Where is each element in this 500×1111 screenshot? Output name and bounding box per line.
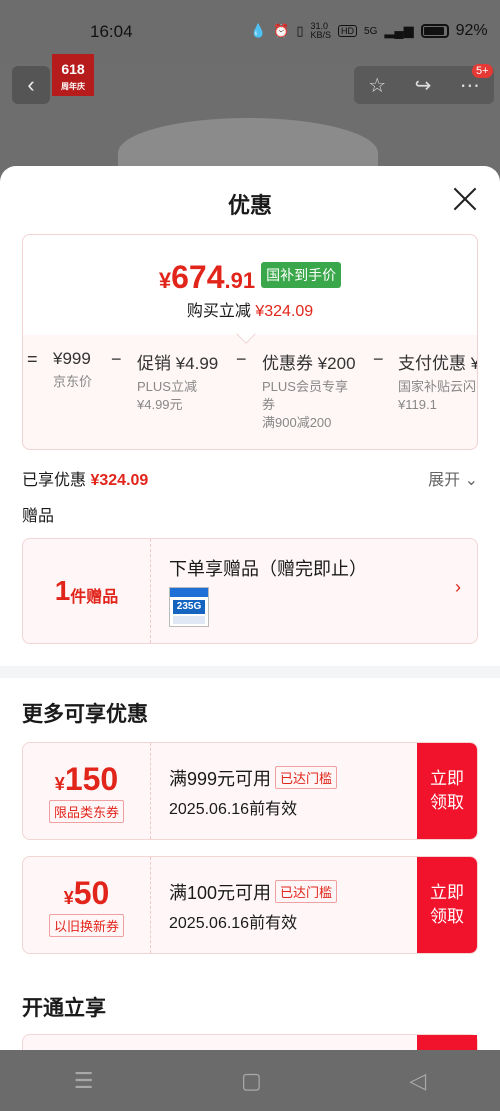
sheet-title: 优惠 xyxy=(227,193,272,218)
expand-button[interactable]: 展开 ⌄ xyxy=(428,466,478,490)
status-time: 16:04 xyxy=(90,22,133,41)
gift-card[interactable]: 1 件赠品 下单享赠品（赠完即止） 235G › xyxy=(22,538,478,644)
breakdown-item: 支付优惠 ¥ 国家补贴云闪 ¥119.1 xyxy=(398,354,478,412)
water-drop-icon: 💧 xyxy=(250,23,267,38)
discount-sheet: 优惠 ¥674.91 国补到手价 购买立减 ¥324.09 = ¥999 京东价 … xyxy=(0,166,500,1050)
system-nav-bar: ☰ ▢ ◁ xyxy=(0,1050,500,1111)
close-icon[interactable] xyxy=(452,186,478,212)
breakdown-op: − xyxy=(236,349,247,369)
claim-button[interactable]: 立即 领取 xyxy=(417,743,477,839)
share-icon[interactable]: ↪ xyxy=(415,73,432,98)
coupon-condition: 满100元可用 已达门槛 xyxy=(169,879,338,905)
coupon-card: ¥150 限品类东券 满999元可用 已达门槛 2025.06.16前有效 立即 … xyxy=(22,742,478,840)
more-discounts-title: 更多可享优惠 xyxy=(22,703,148,726)
back-triangle-icon[interactable]: ◁ xyxy=(409,1068,426,1094)
alarm-icon: ⏰ xyxy=(273,23,290,38)
coupon-validity: 2025.06.16前有效 xyxy=(169,915,298,932)
menu-icon[interactable]: ☰ xyxy=(74,1068,94,1094)
breakdown-item: 优惠券 ¥200 PLUS会员专享券 满900减200 xyxy=(262,354,356,430)
home-icon[interactable]: ▢ xyxy=(241,1068,262,1094)
message-badge: 5+ xyxy=(472,64,493,78)
vibrate-icon: ▯ xyxy=(296,23,304,38)
signal-5g-icon: 5G xyxy=(364,25,378,37)
coupon-validity: 2025.06.16前有效 xyxy=(169,801,298,818)
battery-icon xyxy=(420,24,449,38)
open-membership-title: 开通立享 xyxy=(22,997,106,1020)
reduce-row: 购买立减 ¥324.09 xyxy=(186,303,314,320)
final-price: ¥674.91 xyxy=(158,259,256,295)
network-speed: 31.0 KB/S xyxy=(310,21,332,40)
gift-sim-card-image: 235G xyxy=(169,587,209,627)
gift-title: 下单享赠品（赠完即止） xyxy=(169,559,367,579)
chevron-down-icon: ⌄ xyxy=(464,472,478,489)
price-card: ¥674.91 国补到手价 购买立减 ¥324.09 = ¥999 京东价 − 促… xyxy=(22,234,478,450)
chevron-right-icon: › xyxy=(455,577,461,597)
coupon-amount-block: ¥150 限品类东券 xyxy=(23,743,151,839)
coupon-type: 限品类东券 xyxy=(48,800,124,823)
price-row: ¥674.91 国补到手价 xyxy=(23,259,477,296)
membership-card xyxy=(22,1034,478,1050)
claim-button[interactable]: 立即 领取 xyxy=(417,857,477,953)
section-divider xyxy=(0,666,500,678)
reduce-value: ¥324.09 xyxy=(255,303,314,320)
enjoyed-discount: 已享优惠 ¥324.09 xyxy=(22,472,149,489)
coupon-amount-block: ¥50 以旧换新券 xyxy=(23,857,151,953)
status-icons: 💧 ⏰ ▯ 31.0 KB/S HD 5G ▂▄▆ 92% xyxy=(250,22,488,40)
membership-claim-button[interactable] xyxy=(417,1035,477,1050)
coupon-card: ¥50 以旧换新券 满100元可用 已达门槛 2025.06.16前有效 立即 领… xyxy=(22,856,478,954)
618-logo: 618 周年庆 xyxy=(52,54,94,96)
pointer-arrow xyxy=(236,324,256,344)
gift-section-label: 赠品 xyxy=(22,508,55,525)
breakdown-op: − xyxy=(111,349,122,369)
breakdown-op: − xyxy=(373,349,384,369)
star-icon[interactable]: ☆ xyxy=(368,73,386,98)
battery-percent: 92% xyxy=(455,22,488,39)
signal-bars-icon: ▂▄▆ xyxy=(384,23,414,38)
gift-count: 1 件赠品 xyxy=(23,539,151,643)
breakdown-op: = xyxy=(27,349,38,369)
back-button[interactable]: ‹ xyxy=(12,66,50,104)
chevron-left-icon: ‹ xyxy=(27,72,35,97)
coupon-type: 以旧换新券 xyxy=(48,914,124,937)
subsidy-price-tag: 国补到手价 xyxy=(261,262,342,288)
coupon-condition: 满999元可用 已达门槛 xyxy=(169,765,338,791)
hd-badge: HD xyxy=(338,25,358,37)
breakdown-item: 促销 ¥4.99 PLUS立减 ¥4.99元 xyxy=(137,354,219,412)
